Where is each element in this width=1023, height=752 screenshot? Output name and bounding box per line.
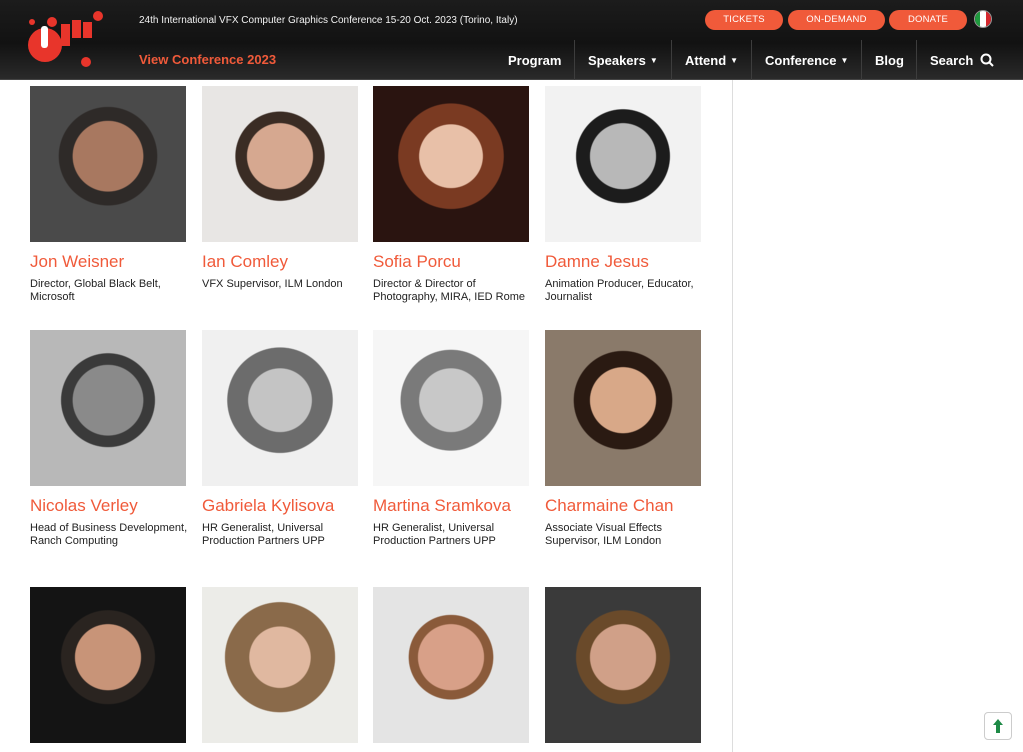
speaker-role: Animation Producer, Educator, Journalist: [545, 278, 694, 303]
nav-label: Blog: [875, 52, 904, 68]
search-icon: [980, 53, 995, 67]
speaker-photo[interactable]: [373, 86, 529, 242]
tickets-button[interactable]: TICKETS: [705, 10, 783, 30]
nav-search[interactable]: Search: [916, 40, 1007, 80]
conference-dates-text: 24th International VFX Computer Graphics…: [139, 15, 518, 26]
speaker-photo[interactable]: [373, 587, 529, 743]
view-logo-icon[interactable]: [28, 10, 108, 70]
speaker-name[interactable]: Martina Sramkova: [373, 496, 511, 516]
speaker-photo[interactable]: [202, 587, 358, 743]
view-conference-link[interactable]: View Conference 2023: [139, 52, 276, 67]
speaker-photo[interactable]: [545, 86, 701, 242]
arrow-up-icon: [993, 719, 1003, 733]
scroll-to-top-button[interactable]: [984, 712, 1012, 740]
speaker-photo[interactable]: [202, 330, 358, 486]
donate-button[interactable]: DONATE: [889, 10, 967, 30]
speaker-photo[interactable]: [202, 86, 358, 242]
italian-flag-icon[interactable]: [974, 10, 992, 28]
nav-label: Conference: [765, 52, 837, 68]
speaker-role: HR Generalist, Universal Production Part…: [373, 522, 496, 547]
nav-speakers[interactable]: Speakers ▼: [574, 40, 671, 80]
nav-label: Speakers: [588, 52, 646, 68]
on-demand-button[interactable]: ON-DEMAND: [788, 10, 885, 30]
speaker-role: VFX Supervisor, ILM London: [202, 278, 343, 290]
speaker-name[interactable]: Charmaine Chan: [545, 496, 674, 516]
nav-label: Attend: [685, 52, 727, 68]
speaker-photo[interactable]: [30, 587, 186, 743]
nav-blog[interactable]: Blog: [861, 40, 917, 80]
speaker-role: Associate Visual Effects Supervisor, ILM…: [545, 522, 662, 547]
speaker-name[interactable]: Jon Weisner: [30, 252, 124, 272]
chevron-down-icon: ▼: [649, 55, 658, 65]
nav-program[interactable]: Program: [495, 40, 574, 80]
speaker-name[interactable]: Sofia Porcu: [373, 252, 461, 272]
speaker-photo[interactable]: [30, 330, 186, 486]
speaker-role: Director, Global Black Belt, Microsoft: [30, 278, 161, 303]
chevron-down-icon: ▼: [840, 55, 849, 65]
sidebar-divider: [732, 80, 733, 752]
speaker-photo[interactable]: [373, 330, 529, 486]
nav-conference[interactable]: Conference ▼: [751, 40, 861, 80]
speaker-photo[interactable]: [30, 86, 186, 242]
site-header: 24th International VFX Computer Graphics…: [0, 0, 1023, 80]
speaker-name[interactable]: Damne Jesus: [545, 252, 649, 272]
nav-label: Search: [930, 52, 974, 68]
speaker-name[interactable]: Ian Comley: [202, 252, 288, 272]
speaker-name[interactable]: Nicolas Verley: [30, 496, 138, 516]
nav-label: Program: [508, 52, 562, 68]
speaker-photo[interactable]: [545, 587, 701, 743]
speaker-role: HR Generalist, Universal Production Part…: [202, 522, 325, 547]
speaker-role: Head of Business Development, Ranch Comp…: [30, 522, 188, 547]
nav-attend[interactable]: Attend ▼: [671, 40, 751, 80]
speaker-name[interactable]: Gabriela Kylisova: [202, 496, 334, 516]
speaker-photo[interactable]: [545, 330, 701, 486]
speaker-role: Director & Director of Photography, MIRA…: [373, 278, 526, 303]
chevron-down-icon: ▼: [730, 55, 739, 65]
